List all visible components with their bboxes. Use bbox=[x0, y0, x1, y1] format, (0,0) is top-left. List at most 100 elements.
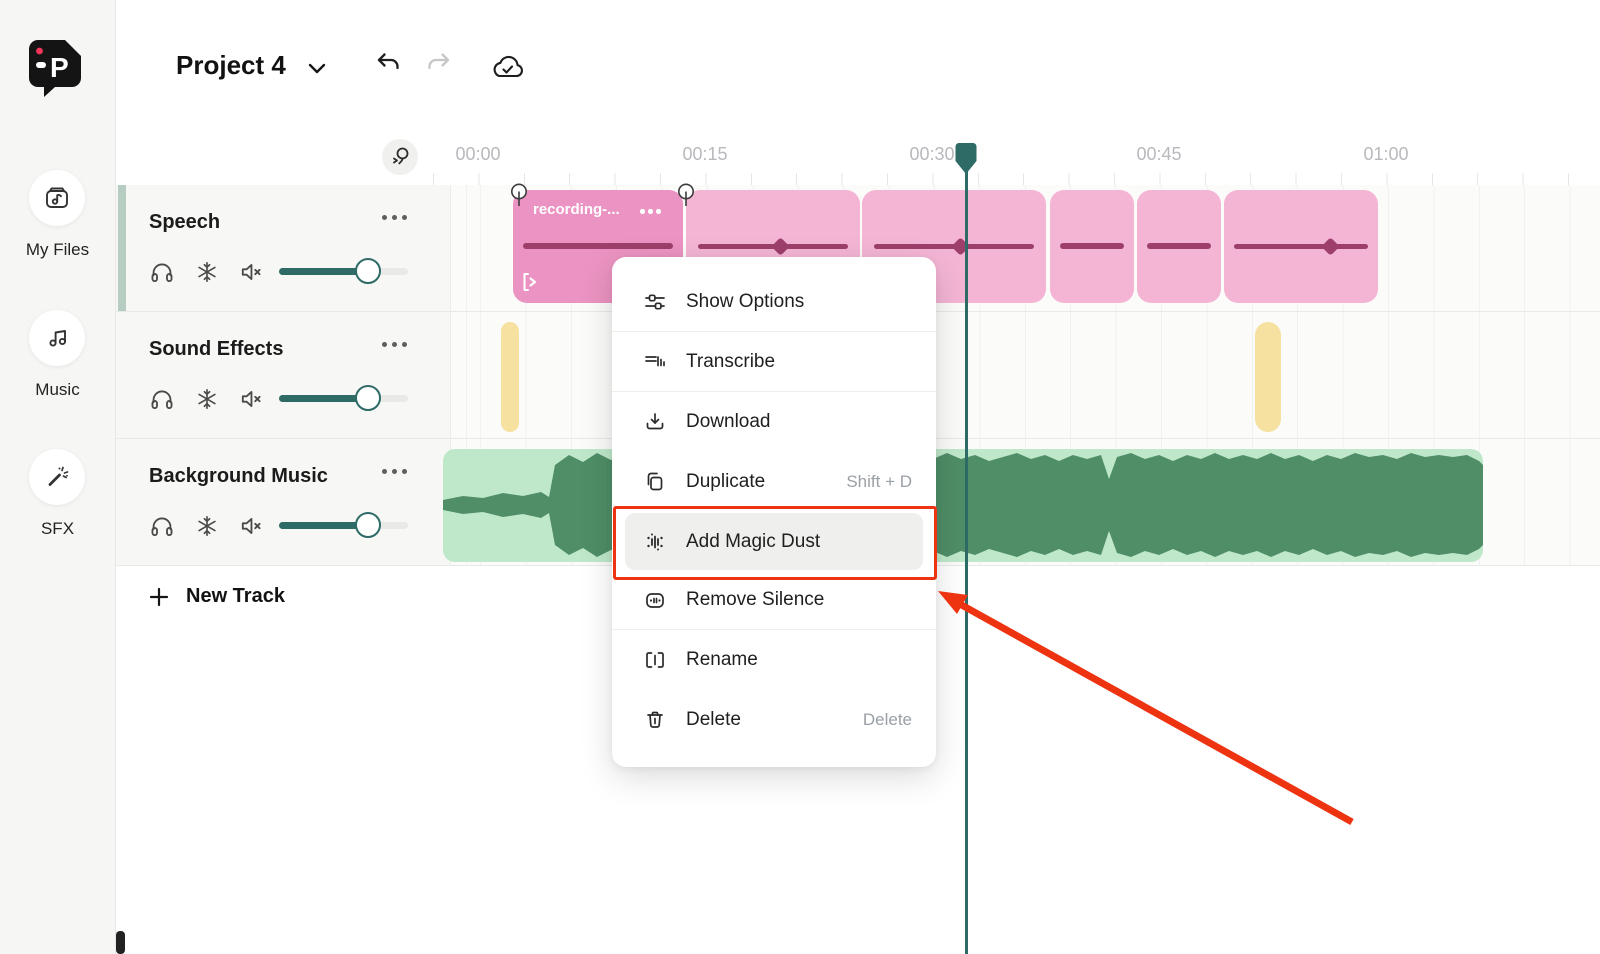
svg-text:P: P bbox=[50, 52, 69, 83]
menu-item-download[interactable]: Download bbox=[612, 392, 936, 452]
volume-slider-thumb[interactable] bbox=[355, 512, 381, 538]
background-music-clip[interactable] bbox=[443, 449, 1483, 562]
playhead-handle[interactable] bbox=[955, 142, 977, 176]
sound-effect-clip[interactable] bbox=[1255, 322, 1281, 432]
ruler-label-0100: 01:00 bbox=[1363, 144, 1409, 164]
menu-item-shortcut: Shift + D bbox=[846, 472, 912, 491]
track-options-button[interactable] bbox=[382, 469, 407, 474]
music-note-icon bbox=[42, 323, 72, 353]
menu-item-rename[interactable]: Rename bbox=[612, 630, 936, 690]
menu-item-label: Transcribe bbox=[686, 351, 776, 372]
freeze-snowflake-icon[interactable] bbox=[194, 513, 220, 539]
volume-slider-thumb[interactable] bbox=[355, 258, 381, 284]
mute-speaker-icon[interactable] bbox=[239, 513, 265, 539]
menu-item-duplicate[interactable]: Duplicate Shift + D bbox=[612, 452, 936, 512]
clip-options-button[interactable] bbox=[640, 209, 661, 214]
menu-item-label: Remove Silence bbox=[686, 589, 825, 610]
menu-item-shortcut: Delete bbox=[862, 710, 912, 729]
menu-item-label: Show Options bbox=[686, 291, 805, 312]
volume-slider[interactable] bbox=[279, 385, 408, 411]
speech-track-header[interactable]: Speech bbox=[116, 185, 451, 311]
waveform bbox=[523, 243, 673, 249]
music-label: Music bbox=[35, 380, 80, 399]
new-track-label: New Track bbox=[186, 585, 285, 607]
freeze-snowflake-icon[interactable] bbox=[194, 259, 220, 285]
delete-trash-icon bbox=[643, 708, 667, 732]
volume-slider[interactable] bbox=[279, 258, 408, 284]
waveform bbox=[1147, 243, 1211, 249]
marker-pin-icon[interactable] bbox=[677, 183, 695, 209]
remove-silence-icon bbox=[643, 588, 667, 612]
waveform bbox=[1060, 243, 1124, 249]
sidebar: P My Files Music SFX bbox=[0, 0, 116, 954]
sfx-button[interactable] bbox=[29, 449, 85, 505]
menu-item-show-options[interactable]: Show Options bbox=[612, 272, 936, 332]
audio-clip[interactable] bbox=[1050, 190, 1134, 303]
waveform-peak bbox=[1321, 236, 1340, 256]
marker-pin-icon[interactable] bbox=[510, 183, 528, 209]
playhead-line bbox=[965, 170, 968, 954]
music-button[interactable] bbox=[29, 310, 85, 366]
timeline-ruler[interactable]: 00:00 00:15 00:30 00:45 01:00 bbox=[116, 131, 1600, 185]
magic-wand-icon bbox=[42, 462, 72, 492]
ruler-label-0015: 00:15 bbox=[682, 144, 728, 164]
redo-button[interactable] bbox=[423, 50, 453, 80]
menu-item-remove-silence[interactable]: Remove Silence bbox=[612, 570, 936, 630]
transcribe-icon bbox=[643, 350, 667, 374]
ruler-label-0000: 00:00 bbox=[455, 144, 501, 164]
download-icon bbox=[643, 410, 667, 434]
project-title[interactable]: Project 4 bbox=[176, 50, 286, 81]
rename-icon bbox=[643, 648, 667, 672]
podcastle-logo-icon[interactable]: P bbox=[24, 36, 86, 98]
chevron-down-icon[interactable] bbox=[306, 57, 328, 79]
headphones-icon[interactable] bbox=[149, 386, 175, 412]
track-title: Speech bbox=[149, 211, 221, 233]
volume-slider[interactable] bbox=[279, 512, 408, 538]
folder-music-icon bbox=[42, 183, 72, 213]
waveform bbox=[1234, 243, 1368, 249]
sound-effects-track-header[interactable]: Sound Effects bbox=[116, 312, 451, 438]
undo-button[interactable] bbox=[374, 50, 404, 80]
menu-item-transcribe[interactable]: Transcribe bbox=[612, 332, 936, 392]
track-options-button[interactable] bbox=[382, 342, 407, 347]
clip-context-menu: Show Options Transcribe Download Duplica… bbox=[612, 257, 936, 767]
audio-clip[interactable] bbox=[1224, 190, 1378, 303]
track-options-button[interactable] bbox=[382, 215, 407, 220]
volume-slider-thumb[interactable] bbox=[355, 385, 381, 411]
background-music-track-header[interactable]: Background Music bbox=[116, 439, 451, 565]
duplicate-icon bbox=[643, 470, 667, 494]
headphones-icon[interactable] bbox=[149, 513, 175, 539]
sound-effect-clip[interactable] bbox=[501, 322, 519, 432]
waveform-peak bbox=[771, 236, 790, 256]
cloud-sync-icon[interactable] bbox=[488, 51, 526, 81]
track-title: Background Music bbox=[149, 465, 328, 487]
freeze-snowflake-icon[interactable] bbox=[194, 386, 220, 412]
menu-item-label: Duplicate bbox=[686, 471, 766, 492]
menu-item-label: Add Magic Dust bbox=[686, 530, 821, 552]
menu-item-label: Delete bbox=[686, 709, 741, 730]
plus-icon bbox=[148, 586, 170, 608]
clip-label: recording-... bbox=[533, 201, 620, 218]
menu-item-add-magic-dust[interactable]: Add Magic Dust bbox=[625, 513, 923, 570]
music-waveform bbox=[443, 451, 1483, 559]
balloon-pin-icon bbox=[388, 145, 412, 169]
clip-expand-icon[interactable] bbox=[520, 271, 540, 293]
show-options-icon bbox=[643, 290, 667, 314]
mute-speaker-icon[interactable] bbox=[239, 259, 265, 285]
audio-clip[interactable] bbox=[1137, 190, 1221, 303]
scrollbar-thumb[interactable] bbox=[116, 931, 125, 954]
marker-pin-button[interactable] bbox=[382, 139, 418, 175]
track-title: Sound Effects bbox=[149, 338, 284, 360]
magic-dust-icon bbox=[643, 530, 667, 554]
menu-item-label: Rename bbox=[686, 649, 758, 670]
sfx-label: SFX bbox=[40, 519, 75, 538]
headphones-icon[interactable] bbox=[149, 259, 175, 285]
menu-item-label: Download bbox=[686, 411, 771, 432]
my-files-button[interactable] bbox=[29, 170, 85, 226]
mute-speaker-icon[interactable] bbox=[239, 386, 265, 412]
ruler-label-0045: 00:45 bbox=[1136, 144, 1182, 164]
menu-item-delete[interactable]: Delete Delete bbox=[612, 690, 936, 750]
app-window: P My Files Music SFX Project 4 00:00 00:… bbox=[0, 0, 1600, 954]
new-track-button[interactable]: New Track bbox=[148, 585, 285, 608]
selected-track-indicator bbox=[118, 185, 126, 311]
